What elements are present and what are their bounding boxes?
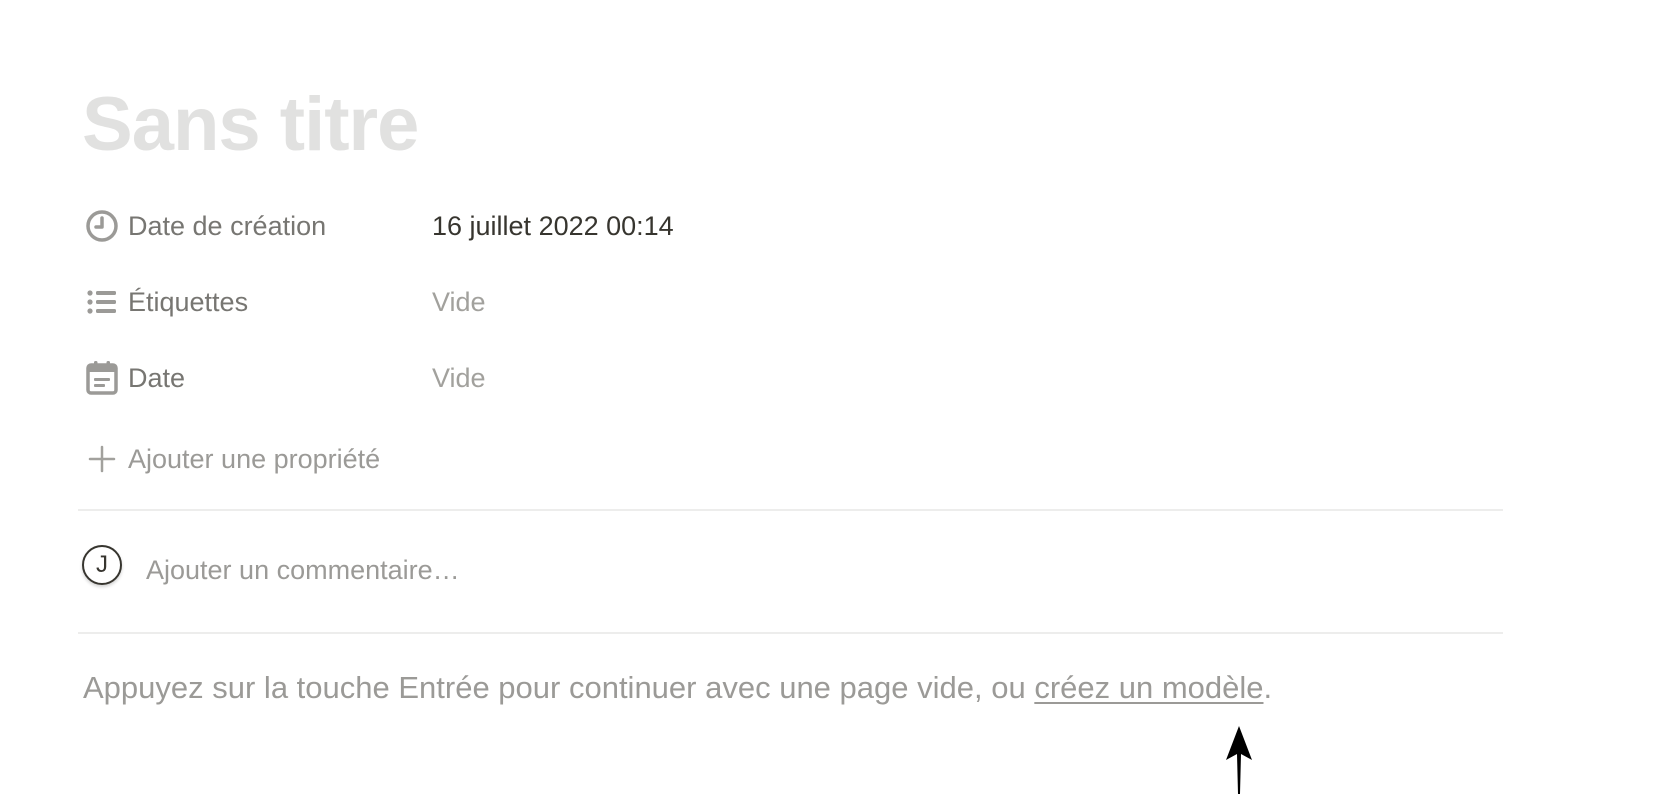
comment-row[interactable]: J Ajouter un commentaire…: [82, 540, 1502, 600]
list-icon: [82, 282, 122, 322]
create-template-link[interactable]: créez un modèle: [1034, 670, 1263, 705]
page-title[interactable]: Sans titre: [82, 80, 419, 170]
add-property-label: Ajouter une propriété: [128, 443, 381, 474]
avatar: J: [82, 545, 122, 585]
property-name[interactable]: Date de création: [82, 206, 432, 246]
property-row-tags[interactable]: Étiquettes Vide: [82, 274, 1502, 330]
hint-suffix: .: [1263, 670, 1273, 705]
property-label: Étiquettes: [128, 286, 249, 317]
clock-icon: [82, 206, 122, 246]
plus-icon: [82, 439, 122, 479]
property-value: 16 juillet 2022 00:14: [432, 210, 674, 241]
comment-input[interactable]: Ajouter un commentaire…: [146, 555, 460, 586]
property-label: Date de création: [128, 210, 327, 241]
property-row-date[interactable]: Date Vide: [82, 350, 1502, 406]
add-property-button[interactable]: Ajouter une propriété: [82, 431, 380, 487]
calendar-icon: [82, 358, 122, 398]
property-label: Date: [128, 362, 186, 393]
arrow-up-icon: [1226, 726, 1252, 794]
property-row-created[interactable]: Date de création 16 juillet 2022 00:14: [82, 198, 1502, 254]
hint-text: Appuyez sur la touche Entrée pour contin…: [83, 670, 1035, 705]
property-value[interactable]: Vide: [432, 287, 486, 318]
property-value[interactable]: Vide: [432, 363, 486, 394]
property-name[interactable]: Date: [82, 358, 432, 398]
empty-page-hint: Appuyez sur la touche Entrée pour contin…: [83, 670, 1272, 706]
divider: [78, 632, 1503, 634]
divider: [78, 509, 1503, 511]
property-name[interactable]: Étiquettes: [82, 282, 432, 322]
